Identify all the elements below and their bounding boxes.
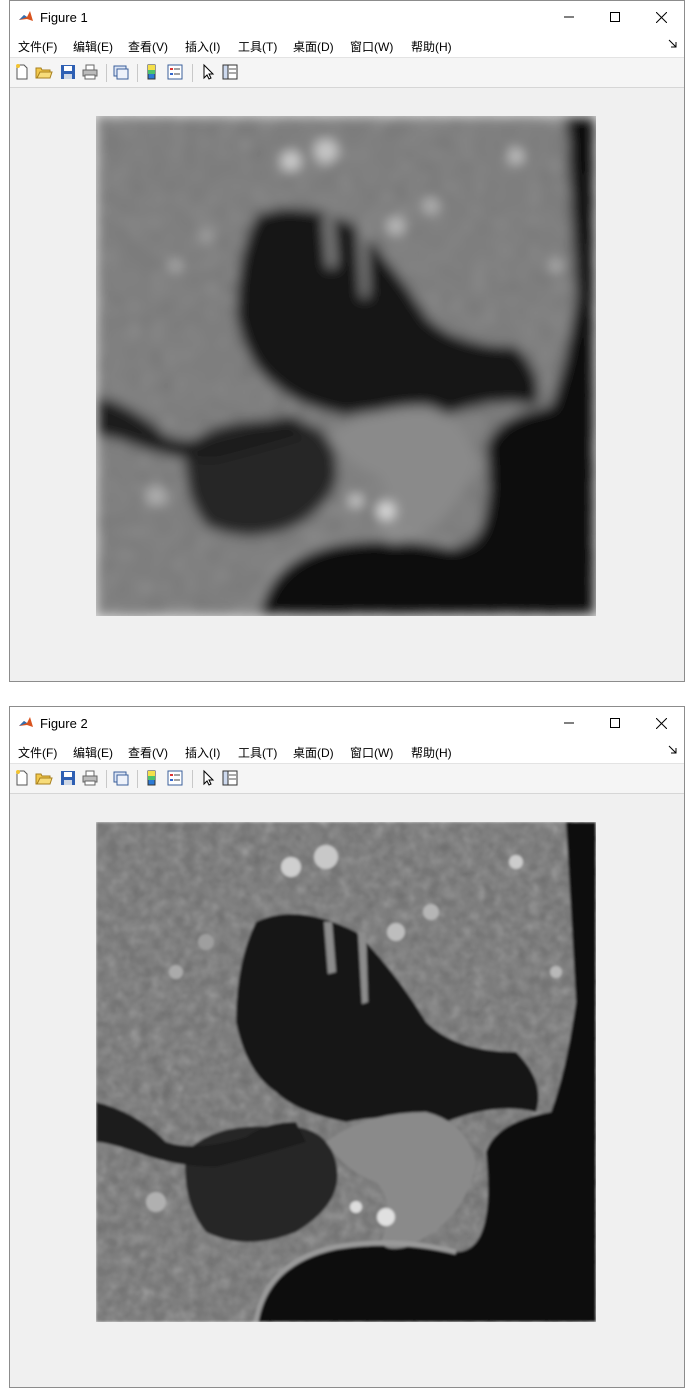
menu-view[interactable]: 查看(V): [128, 38, 168, 55]
minimize-button[interactable]: [546, 707, 592, 739]
menu-tools[interactable]: 工具(T): [238, 38, 277, 55]
maximize-button[interactable]: [592, 707, 638, 739]
menu-help[interactable]: 帮助(H): [411, 38, 452, 55]
menu-file[interactable]: 文件(F): [18, 38, 57, 55]
insert-legend-icon[interactable]: [166, 769, 184, 787]
window-title: Figure 2: [40, 716, 88, 731]
menu-help[interactable]: 帮助(H): [411, 744, 452, 761]
close-button[interactable]: [638, 707, 684, 739]
toolbar-separator: [137, 770, 138, 788]
edit-plot-cursor-icon[interactable]: [199, 63, 217, 81]
new-figure-icon[interactable]: [13, 769, 31, 787]
menu-view[interactable]: 查看(V): [128, 744, 168, 761]
menu-bar: 文件(F) 编辑(E) 查看(V) 插入(I) 工具(T) 桌面(D) 窗口(W…: [10, 739, 684, 763]
maximize-button[interactable]: [592, 1, 638, 33]
minimize-icon: [564, 722, 574, 724]
image-axes[interactable]: [96, 116, 596, 616]
window-title: Figure 1: [40, 10, 88, 25]
toolbar-separator: [192, 64, 193, 82]
close-icon: [655, 717, 667, 729]
insert-colorbar-icon[interactable]: [143, 63, 161, 81]
edit-plot-cursor-icon[interactable]: [199, 769, 217, 787]
close-button[interactable]: [638, 1, 684, 33]
property-inspector-icon[interactable]: [221, 769, 239, 787]
minimize-button[interactable]: [546, 1, 592, 33]
save-icon[interactable]: [59, 63, 77, 81]
menu-bar: 文件(F) 编辑(E) 查看(V) 插入(I) 工具(T) 桌面(D) 窗口(W…: [10, 33, 684, 57]
menu-edit[interactable]: 编辑(E): [73, 38, 113, 55]
menu-edit[interactable]: 编辑(E): [73, 744, 113, 761]
save-icon[interactable]: [59, 769, 77, 787]
figure-2-window: Figure 2 文件(F) 编辑(E) 查看(V) 插入(I) 工具(T) 桌…: [9, 706, 685, 1388]
toolbar-separator: [106, 770, 107, 788]
toolbar-separator: [106, 64, 107, 82]
open-file-icon[interactable]: [35, 63, 53, 81]
title-bar[interactable]: Figure 1: [10, 1, 684, 33]
matlab-icon: [19, 717, 33, 727]
figure-1-window: Figure 1 文件(F) 编辑(E) 查看(V) 插入(I) 工具(T) 桌…: [9, 0, 685, 682]
maximize-icon: [610, 12, 620, 22]
print-icon[interactable]: [81, 63, 99, 81]
property-inspector-icon[interactable]: [221, 63, 239, 81]
insert-legend-icon[interactable]: [166, 63, 184, 81]
minimize-icon: [564, 16, 574, 18]
open-file-icon[interactable]: [35, 769, 53, 787]
print-icon[interactable]: [81, 769, 99, 787]
figure-toolbar: [10, 57, 684, 88]
menu-tools[interactable]: 工具(T): [238, 744, 277, 761]
toolbar-separator: [192, 770, 193, 788]
figure-toolbar: [10, 763, 684, 794]
title-bar[interactable]: Figure 2: [10, 707, 684, 739]
matlab-icon: [19, 11, 33, 21]
toolbar-separator: [137, 64, 138, 82]
menu-file[interactable]: 文件(F): [18, 744, 57, 761]
menu-insert[interactable]: 插入(I): [185, 744, 220, 761]
dock-arrow-icon[interactable]: [668, 745, 678, 755]
image-axes[interactable]: [96, 822, 596, 1322]
menu-window[interactable]: 窗口(W): [350, 38, 393, 55]
dock-arrow-icon[interactable]: [668, 39, 678, 49]
menu-desktop[interactable]: 桌面(D): [293, 744, 334, 761]
link-plot-icon[interactable]: [112, 63, 130, 81]
menu-insert[interactable]: 插入(I): [185, 38, 220, 55]
maximize-icon: [610, 718, 620, 728]
new-figure-icon[interactable]: [13, 63, 31, 81]
menu-window[interactable]: 窗口(W): [350, 744, 393, 761]
menu-desktop[interactable]: 桌面(D): [293, 38, 334, 55]
close-icon: [655, 11, 667, 23]
link-plot-icon[interactable]: [112, 769, 130, 787]
insert-colorbar-icon[interactable]: [143, 769, 161, 787]
